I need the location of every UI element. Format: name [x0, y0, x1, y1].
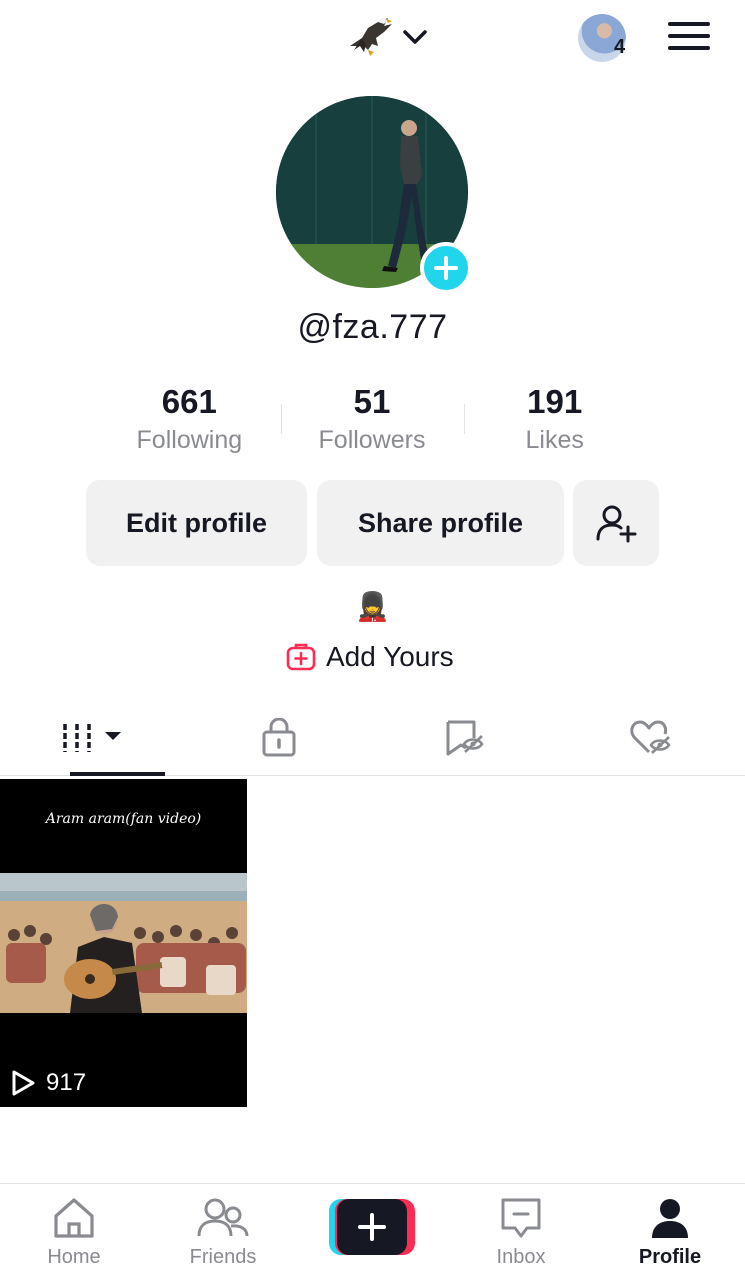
nav-friends[interactable]: Friends: [163, 1184, 283, 1280]
video-thumbnail[interactable]: Aram aram(fan video) 917: [0, 779, 247, 1107]
video-frame: [0, 873, 247, 1013]
menu-button[interactable]: [668, 22, 710, 54]
tab-private[interactable]: [186, 700, 372, 776]
profile-stats: 661 Following 51 Followers 191 Likes: [98, 382, 646, 462]
nav-home[interactable]: Home: [14, 1184, 134, 1280]
stat-value: 51: [353, 383, 391, 420]
hidden-bookmark-icon: [446, 720, 484, 756]
account-switcher[interactable]: [348, 14, 428, 60]
stat-following[interactable]: 661 Following: [98, 382, 281, 462]
notification-count-badge: 4: [614, 36, 626, 58]
video-views-count: 917: [46, 1069, 87, 1096]
share-profile-button[interactable]: Share profile: [317, 480, 564, 566]
profile-icon: [652, 1199, 688, 1238]
nav-profile[interactable]: Profile: [610, 1184, 730, 1280]
stat-label: Following: [136, 426, 243, 454]
nav-home-label: Home: [47, 1246, 101, 1268]
nav-inbox[interactable]: Inbox: [461, 1184, 581, 1280]
play-icon: [12, 1070, 35, 1096]
edit-profile-button[interactable]: Edit profile: [86, 480, 307, 566]
add-yours-label: Add Yours: [326, 641, 454, 672]
video-caption: Aram aram(fan video): [45, 811, 202, 827]
profile-avatar-container: [276, 96, 472, 294]
eagle-icon: [350, 18, 392, 56]
video-views: 917: [10, 1069, 86, 1097]
tab-videos[interactable]: [0, 700, 186, 776]
menu-icon-line: [668, 34, 710, 38]
stat-value: 191: [527, 383, 583, 420]
add-friends-button[interactable]: [573, 480, 659, 566]
nav-friends-label: Friends: [189, 1246, 257, 1268]
top-bar: 4: [0, 0, 745, 80]
stat-divider: [281, 404, 282, 434]
menu-icon-line: [668, 46, 710, 50]
menu-icon-line: [668, 22, 710, 26]
stat-label: Likes: [525, 426, 584, 454]
stat-followers[interactable]: 51 Followers: [281, 382, 464, 462]
inbox-icon: [501, 1198, 541, 1238]
hidden-heart-icon: [630, 720, 671, 754]
lock-icon: [262, 718, 296, 757]
content-tabs: [0, 700, 745, 776]
video-frame-image: [0, 873, 247, 1013]
home-icon: [54, 1198, 94, 1238]
grid-icon: [63, 724, 121, 752]
stat-value: 661: [161, 383, 217, 420]
stat-likes[interactable]: 191 Likes: [463, 382, 646, 462]
friends-icon: [197, 1198, 249, 1237]
add-user-icon: [596, 505, 637, 543]
bottom-navigation: Home Friends Inbox Profile: [0, 1183, 745, 1280]
bio-emoji: 💂‍♀️: [355, 591, 390, 622]
create-button-face: [337, 1199, 407, 1255]
plus-icon: [358, 1213, 386, 1241]
tab-liked[interactable]: [558, 700, 744, 776]
nav-profile-label: Profile: [638, 1246, 702, 1268]
stat-divider: [464, 404, 465, 434]
stat-label: Followers: [318, 426, 426, 454]
create-button[interactable]: [329, 1199, 415, 1255]
chevron-down-icon: [403, 30, 427, 44]
tab-favorites[interactable]: [372, 700, 558, 776]
username: @fza.777: [297, 308, 448, 346]
add-yours-link[interactable]: Add Yours: [286, 636, 454, 678]
add-avatar-button[interactable]: [420, 242, 472, 294]
add-yours-icon: [286, 643, 316, 671]
nav-inbox-label: Inbox: [496, 1246, 546, 1268]
plus-icon: [434, 256, 458, 280]
